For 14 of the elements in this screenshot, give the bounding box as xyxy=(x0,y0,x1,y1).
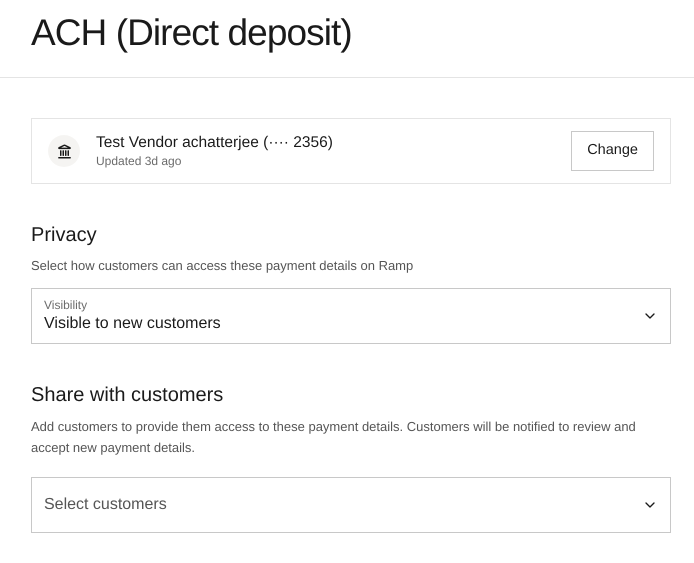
visibility-select[interactable]: Visibility Visible to new customers xyxy=(31,288,671,344)
updated-text: Updated 3d ago xyxy=(96,153,182,169)
bank-icon xyxy=(48,135,80,167)
select-placeholder: Select customers xyxy=(44,495,167,515)
page-title: ACH (Direct deposit) xyxy=(31,11,353,55)
field-value: Visible to new customers xyxy=(44,314,221,334)
customers-select[interactable]: Select customers xyxy=(31,477,671,533)
section-description: Add customers to provide them access to these payment details. Customers will be notified to review and accept new payment details. xyxy=(31,418,637,457)
field-label: Visibility xyxy=(44,298,88,312)
account-name: Test Vendor achatterjee (···· 2356) xyxy=(96,133,333,153)
section-heading: Privacy xyxy=(31,223,98,248)
section-description: Select how customers can access these payment details on Ramp xyxy=(31,257,414,275)
change-button[interactable]: Change xyxy=(571,131,654,171)
section-heading: Share with customers xyxy=(31,383,224,408)
